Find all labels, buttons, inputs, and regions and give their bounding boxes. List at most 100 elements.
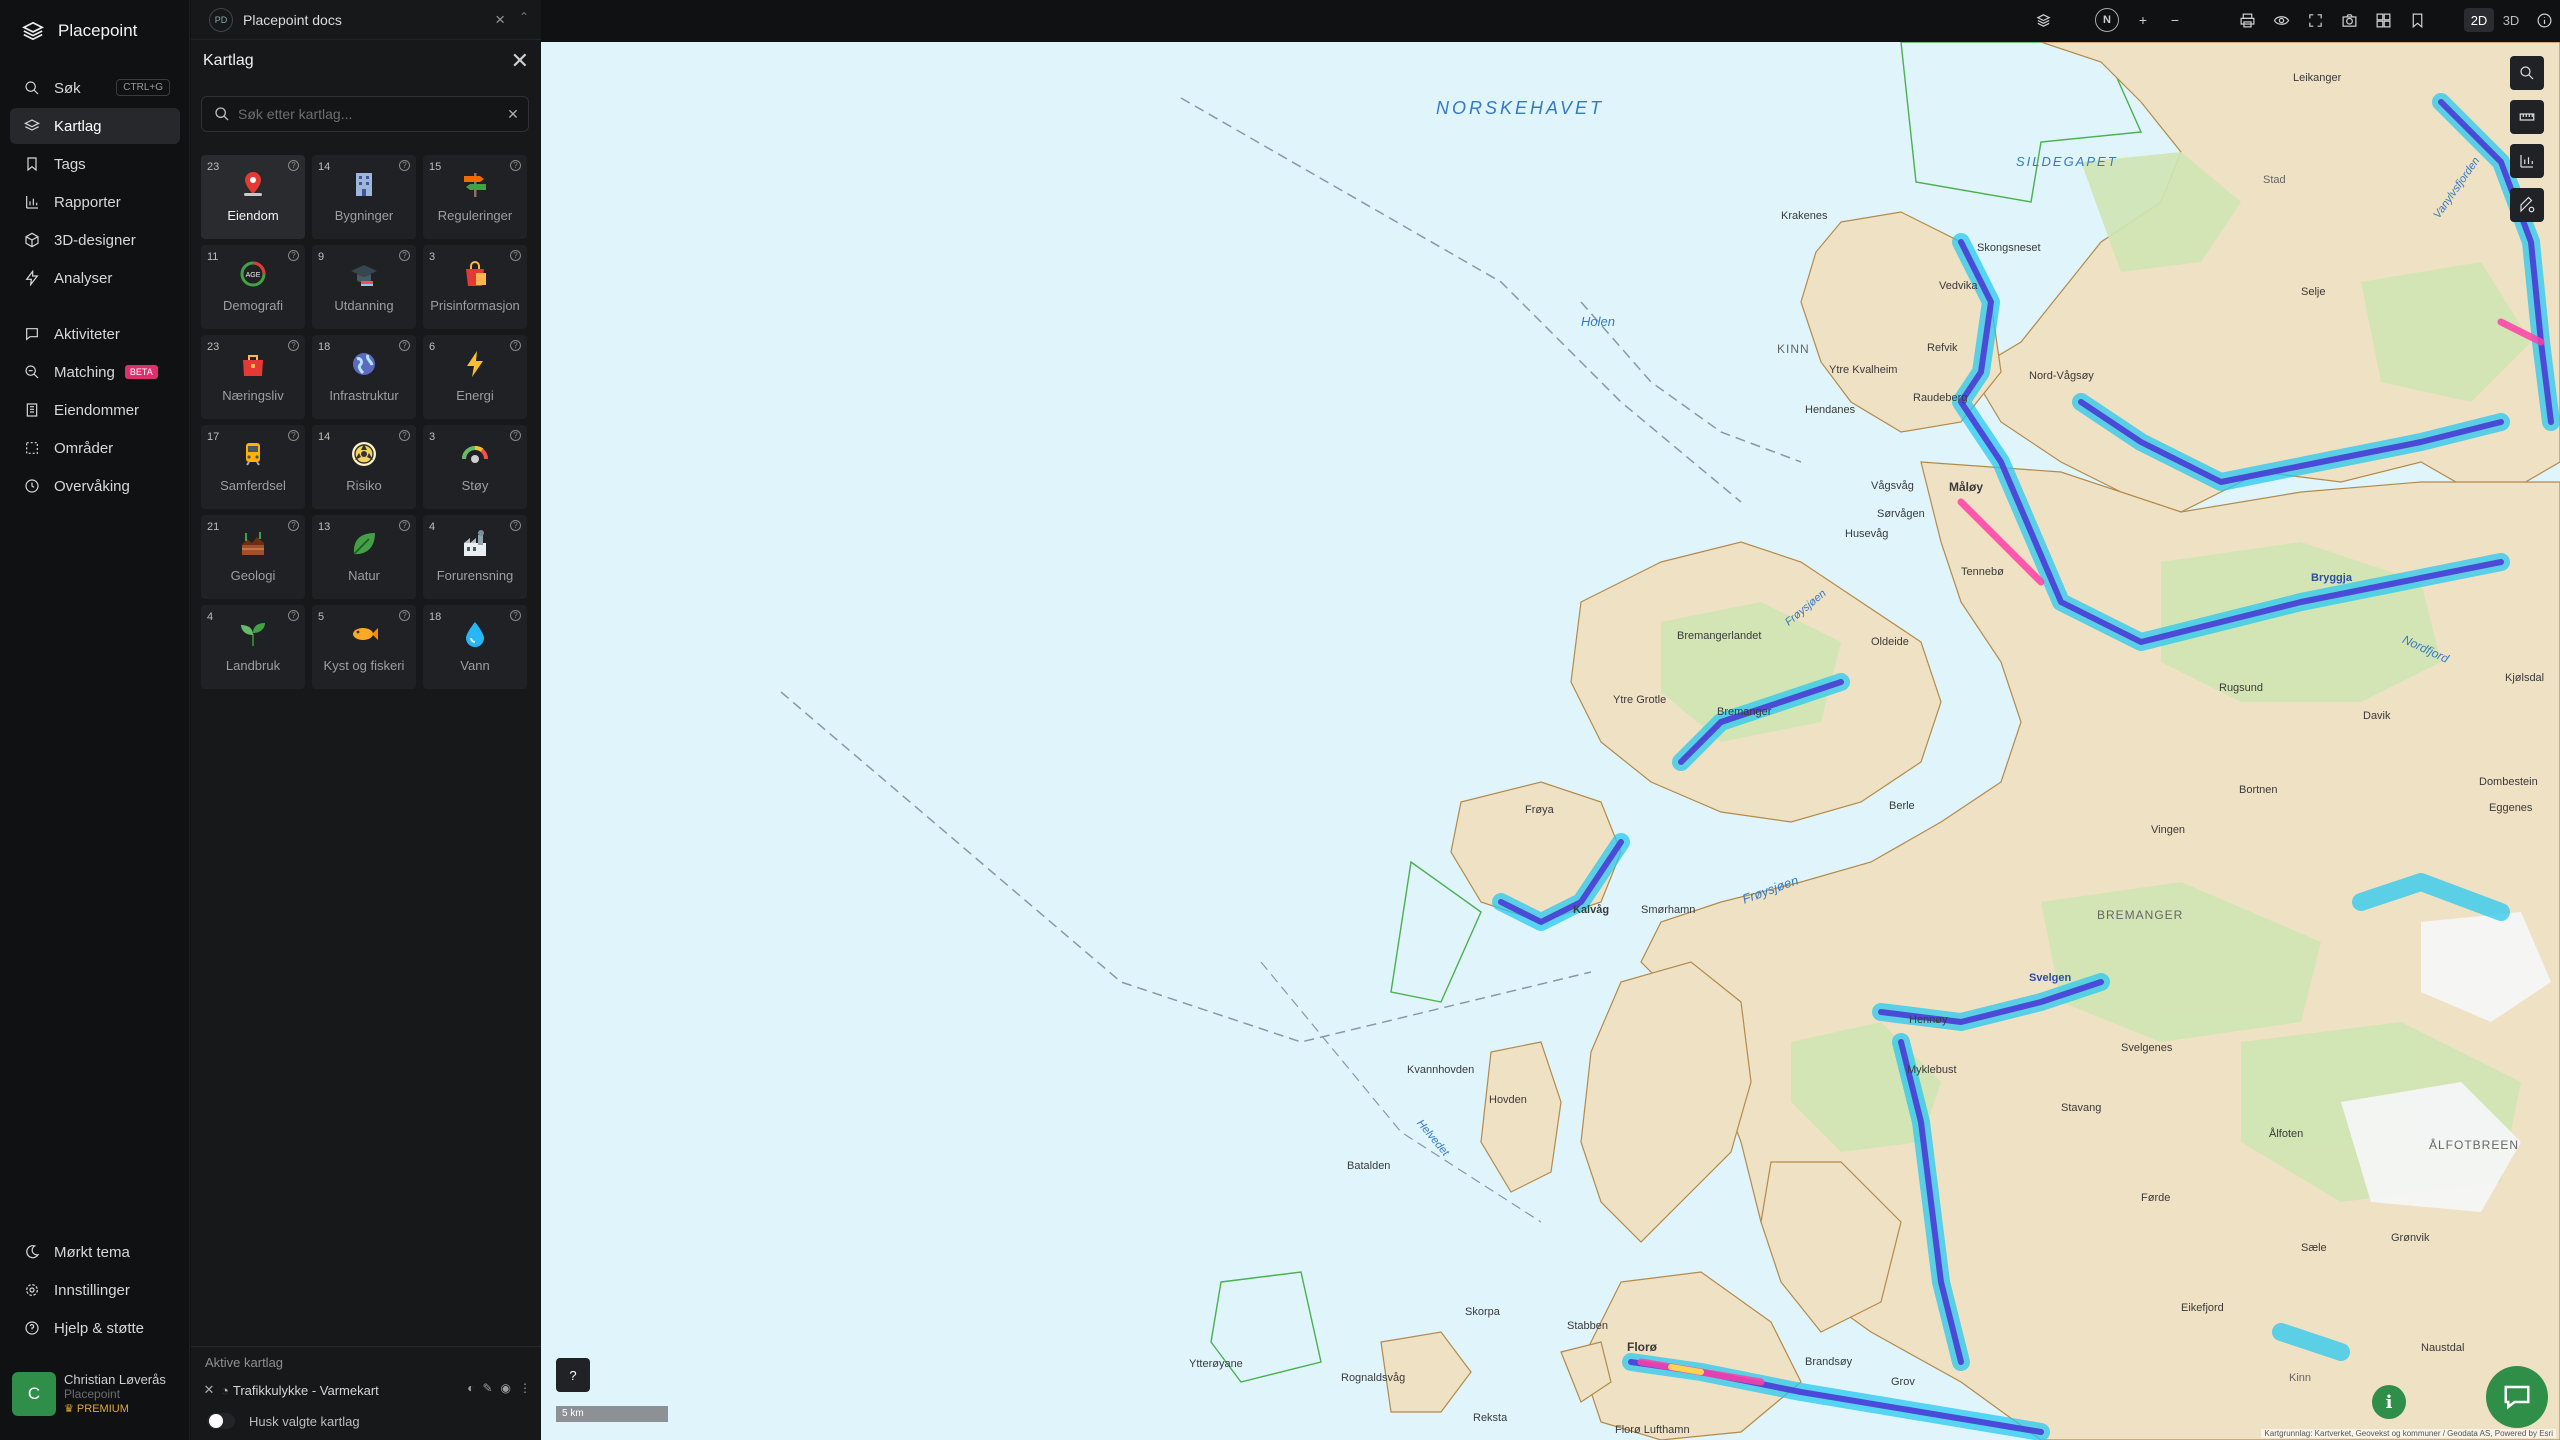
mode-2d-button[interactable]: 2D (2464, 8, 2494, 32)
info-icon[interactable]: ? (510, 430, 521, 441)
layer-category-utdanning[interactable]: 9? Utdanning (312, 245, 416, 329)
layer-search-input[interactable] (238, 106, 498, 122)
zoom-in-button[interactable]: + (2131, 8, 2155, 32)
visibility-icon[interactable]: ◉ (501, 1381, 511, 1395)
place-label: Eggenes (2489, 802, 2533, 814)
nav-item-label: Kartlag (54, 117, 102, 135)
nav-item-omrader[interactable]: Områder (10, 430, 180, 466)
search-area-button[interactable] (2510, 56, 2544, 90)
layer-category-risiko[interactable]: 14? Risiko (312, 425, 416, 509)
nav-item-3d-designer[interactable]: 3D-designer (10, 222, 180, 258)
info-icon[interactable]: ? (399, 610, 410, 621)
project-selector[interactable]: PD Placepoint docs × ⌃ (191, 0, 541, 40)
info-icon[interactable]: ? (510, 340, 521, 351)
active-layer-name: Trafikkulykke - Varmekart (232, 1382, 379, 1398)
clear-search-icon[interactable]: ✕ (498, 106, 528, 123)
info-icon[interactable]: ? (510, 520, 521, 531)
place-label: Berle (1889, 800, 1915, 812)
info-icon[interactable]: ? (288, 340, 299, 351)
layer-category-label: Kyst og fiskeri (323, 658, 405, 673)
nav-item-overvaking[interactable]: Overvåking (10, 468, 180, 504)
info-icon[interactable]: ? (288, 610, 299, 621)
bookmark-button[interactable] (2405, 8, 2429, 32)
layer-category-kyst-og-fiskeri[interactable]: 5? Kyst og fiskeri (312, 605, 416, 689)
nav-item-kartlag[interactable]: Kartlag (10, 108, 180, 144)
layer-category-infrastruktur[interactable]: 18? Infrastruktur (312, 335, 416, 419)
layer-category-prisinformasjon[interactable]: 3? Prisinformasjon (423, 245, 527, 329)
layer-count: 21 (207, 521, 220, 533)
layer-category-eiendom[interactable]: 23? Eiendom (201, 155, 305, 239)
screenshot-button[interactable] (2337, 8, 2361, 32)
layer-category-reguleringer[interactable]: 15? Reguleringer (423, 155, 527, 239)
more-icon[interactable]: ⋮ (519, 1381, 531, 1395)
info-icon[interactable]: ? (510, 250, 521, 261)
info-icon[interactable]: ? (399, 340, 410, 351)
info-icon[interactable]: ? (399, 160, 410, 171)
app-brand[interactable]: Placepoint (22, 20, 137, 42)
edit-icon[interactable]: ✎ (482, 1381, 492, 1395)
mode-3d-button[interactable]: 3D (2496, 8, 2526, 32)
close-icon[interactable]: × (495, 10, 505, 30)
layer-category-demografi[interactable]: 11? AGE Demografi (201, 245, 305, 329)
nav-item-aktiviteter[interactable]: Aktiviteter (10, 316, 180, 352)
grid-button[interactable] (2371, 8, 2395, 32)
layer-category-landbruk[interactable]: 4? Landbruk (201, 605, 305, 689)
layer-category-forurensning[interactable]: 4? Forurensning (423, 515, 527, 599)
nav-item-help[interactable]: Hjelp & støtte (10, 1310, 180, 1346)
statistics-button[interactable] (2510, 144, 2544, 178)
info-button[interactable]: i (2372, 1385, 2406, 1419)
nav-item-eiendommer[interactable]: Eiendommer (10, 392, 180, 428)
layer-category-natur[interactable]: 13? Natur (312, 515, 416, 599)
info-icon: i (2385, 1391, 2393, 1413)
map-help-button[interactable]: ? (556, 1358, 590, 1392)
active-layers-title: Aktive kartlag (205, 1355, 284, 1370)
layer-panel: PD Placepoint docs × ⌃ Kartlag ✕ ✕ 23? Ei… (191, 0, 541, 1440)
info-icon[interactable]: ? (399, 520, 410, 531)
chevron-updown-icon[interactable]: ⌃ (519, 10, 529, 24)
close-panel-button[interactable]: ✕ (511, 48, 529, 74)
chat-button[interactable] (2486, 1366, 2548, 1428)
opacity-icon[interactable]: ◐ (467, 1381, 474, 1395)
info-icon[interactable]: ? (288, 250, 299, 261)
remove-layer-icon[interactable]: ✕ (201, 1382, 217, 1398)
nav-item-analyser[interactable]: Analyser (10, 260, 180, 296)
layer-category-næringsliv[interactable]: 23? Næringsliv (201, 335, 305, 419)
measure-button[interactable] (2510, 100, 2544, 134)
layer-category-støy[interactable]: 3? Støy (423, 425, 527, 509)
nav-item-tags[interactable]: Tags (10, 146, 180, 182)
layer-category-geologi[interactable]: 21? Geologi (201, 515, 305, 599)
info-icon[interactable]: ? (288, 520, 299, 531)
info-icon[interactable]: ? (510, 160, 521, 171)
layer-category-vann[interactable]: 18? Vann (423, 605, 527, 689)
compass-button[interactable]: N (2095, 8, 2119, 32)
zoom-out-button[interactable]: − (2163, 8, 2187, 32)
draw-button[interactable] (2510, 188, 2544, 222)
view-button[interactable] (2269, 8, 2293, 32)
nav-secondary: Aktiviteter Matching BETA Eiendommer Omr… (10, 316, 180, 506)
nav-item-rapporter[interactable]: Rapporter (10, 184, 180, 220)
info-icon[interactable]: ? (288, 160, 299, 171)
fullscreen-button[interactable] (2303, 8, 2327, 32)
info-icon[interactable]: ? (510, 610, 521, 621)
layer-count: 5 (318, 611, 325, 623)
nav-item-dark-theme[interactable]: Mørkt tema (10, 1234, 180, 1270)
nav-item-settings[interactable]: Innstillinger (10, 1272, 180, 1308)
layer-category-samferdsel[interactable]: 17? Samferdsel (201, 425, 305, 509)
match-icon (25, 365, 39, 379)
layer-category-energi[interactable]: 6? Energi (423, 335, 527, 419)
active-layer-row[interactable]: ✕ ◔ Trafikkulykke - Varmekart ◐ ✎ ◉ ⋮ (201, 1377, 531, 1403)
place-label: Batalden (1347, 1160, 1391, 1172)
layer-category-bygninger[interactable]: 14? Bygninger (312, 155, 416, 239)
info-icon[interactable]: ? (399, 250, 410, 261)
info-icon[interactable]: ? (399, 430, 410, 441)
remember-toggle[interactable] (207, 1413, 235, 1429)
nav-item-matching[interactable]: Matching BETA (10, 354, 180, 390)
map-canvas[interactable]: NORSKEHAVET SILDEGAPET Holen Frøysjøen N… (541, 42, 2560, 1440)
layers-stack-button[interactable] (2031, 8, 2055, 32)
bookmark-icon (27, 157, 37, 172)
user-profile[interactable]: C Christian Løverås Placepoint ♛ PREMIUM (12, 1368, 182, 1420)
info-button[interactable] (2532, 8, 2556, 32)
print-button[interactable] (2235, 8, 2259, 32)
info-icon[interactable]: ? (288, 430, 299, 441)
nav-item-search[interactable]: Søk CTRL+G (10, 70, 180, 106)
